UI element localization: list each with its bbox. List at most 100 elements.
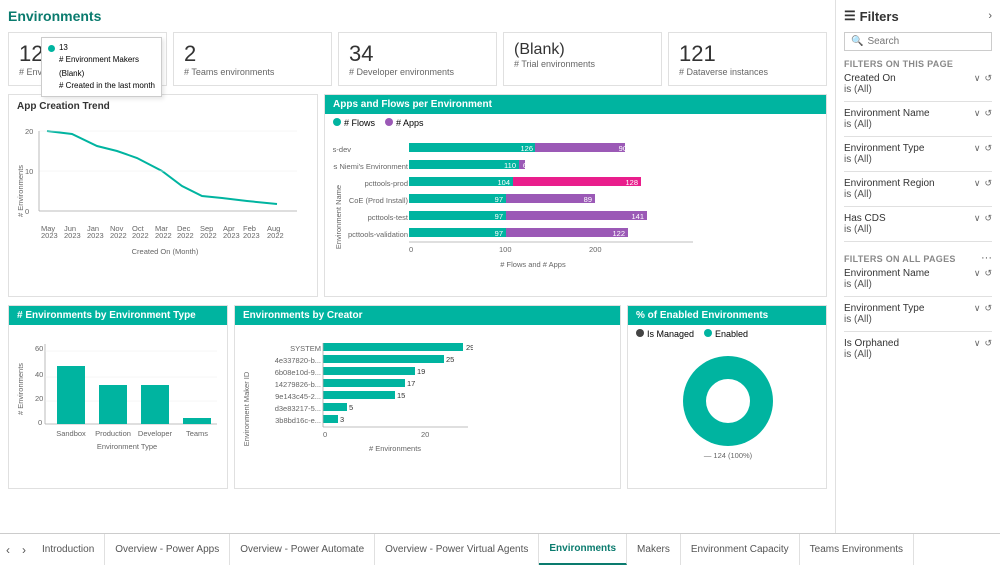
filters-all-more[interactable]: ··· bbox=[981, 252, 992, 264]
env-type-chart-title: # Environments by Environment Type bbox=[9, 306, 227, 325]
svg-text:2023: 2023 bbox=[64, 231, 81, 240]
svg-text:Created On (Month): Created On (Month) bbox=[132, 247, 199, 256]
tab-environments[interactable]: Environments bbox=[539, 534, 627, 565]
filter-env-type-chevron[interactable]: ∨ bbox=[974, 143, 981, 154]
filter-all-env-type-reset[interactable]: ↺ bbox=[984, 303, 992, 314]
tooltip-count: 13 bbox=[59, 42, 68, 54]
filter-env-region-chevron[interactable]: ∨ bbox=[974, 178, 981, 189]
pct-chart-svg: — 124 (100%) bbox=[636, 343, 821, 463]
stat-label-teams: # Teams environments bbox=[184, 67, 321, 77]
filter-is-orphaned-chevron[interactable]: ∨ bbox=[974, 338, 981, 349]
tab-makers[interactable]: Makers bbox=[627, 534, 681, 565]
svg-text:2023: 2023 bbox=[243, 231, 260, 240]
svg-text:29: 29 bbox=[466, 343, 473, 352]
env-type-chart-card: # Environments by Environment Type 60 40… bbox=[8, 305, 228, 489]
svg-text:10: 10 bbox=[25, 167, 33, 176]
managed-dot bbox=[636, 329, 644, 337]
svg-text:CoE (Prod Install): CoE (Prod Install) bbox=[349, 196, 409, 205]
filter-created-on-chevron[interactable]: ∨ bbox=[974, 73, 981, 84]
filter-is-orphaned-reset[interactable]: ↺ bbox=[984, 338, 992, 349]
filter-all-env-name-chevron[interactable]: ∨ bbox=[974, 268, 981, 279]
filter-has-cds-chevron[interactable]: ∨ bbox=[974, 213, 981, 224]
svg-text:Environment Type: Environment Type bbox=[97, 442, 157, 451]
filter-has-cds-value: is (All) bbox=[844, 224, 992, 235]
stat-teams: 2 # Teams environments bbox=[173, 32, 332, 86]
search-box[interactable]: 🔍 bbox=[844, 32, 992, 51]
tab-introduction[interactable]: Introduction bbox=[32, 534, 105, 565]
svg-text:0: 0 bbox=[409, 245, 413, 254]
filter-env-name: Environment Name ∨ ↺ is (All) bbox=[844, 108, 992, 130]
filter-env-name-value: is (All) bbox=[844, 119, 992, 130]
filter-is-orphaned: Is Orphaned ∨ ↺ is (All) bbox=[844, 338, 992, 360]
filter-all-env-name-header: Environment Name ∨ ↺ bbox=[844, 268, 992, 279]
filter-has-cds: Has CDS ∨ ↺ is (All) bbox=[844, 213, 992, 235]
flows-chart-svg: Environment Name coe-core-components-dev… bbox=[333, 132, 773, 287]
filters-collapse-icon[interactable]: › bbox=[988, 10, 992, 22]
filter-has-cds-reset[interactable]: ↺ bbox=[984, 213, 992, 224]
stat-developer: 34 # Developer environments bbox=[338, 32, 497, 86]
svg-text:97: 97 bbox=[495, 195, 503, 204]
filter-is-orphaned-header: Is Orphaned ∨ ↺ bbox=[844, 338, 992, 349]
tab-env-capacity[interactable]: Environment Capacity bbox=[681, 534, 800, 565]
search-input[interactable] bbox=[867, 36, 985, 47]
filter-is-orphaned-label: Is Orphaned bbox=[844, 338, 899, 349]
filter-created-on-header: Created On ∨ ↺ bbox=[844, 73, 992, 84]
filter-all-env-name-reset[interactable]: ↺ bbox=[984, 268, 992, 279]
filter-env-region-label: Environment Region bbox=[844, 178, 935, 189]
tooltip-line2: (Blank) bbox=[59, 68, 84, 80]
svg-text:19: 19 bbox=[417, 367, 425, 376]
filter-env-name-header: Environment Name ∨ ↺ bbox=[844, 108, 992, 119]
filter-created-on-value: is (All) bbox=[844, 84, 992, 95]
filter-env-type: Environment Type ∨ ↺ is (All) bbox=[844, 143, 992, 165]
filters-panel: ☰ Filters › 🔍 Filters on this page Creat… bbox=[835, 0, 1000, 533]
tab-prev-arrow[interactable]: ‹ bbox=[0, 534, 16, 565]
tab-next-arrow[interactable]: › bbox=[16, 534, 32, 565]
filter-env-type-reset[interactable]: ↺ bbox=[984, 143, 992, 154]
filter-all-env-type-chevron[interactable]: ∨ bbox=[974, 303, 981, 314]
env-creator-chart-svg: Environment Maker ID SYSTEM 29 4e337820-… bbox=[243, 329, 473, 479]
tab-overview-pva[interactable]: Overview - Power Virtual Agents bbox=[375, 534, 539, 565]
svg-text:4e337820-b...: 4e337820-b... bbox=[275, 356, 321, 365]
svg-text:Hannes Niemi's Environment: Hannes Niemi's Environment bbox=[333, 162, 409, 171]
tab-overview-power-automate[interactable]: Overview - Power Automate bbox=[230, 534, 375, 565]
filter-all-env-type-label: Environment Type bbox=[844, 303, 924, 314]
filter-env-name-controls: ∨ ↺ bbox=[974, 108, 992, 119]
tooltip-line3: # Created in the last month bbox=[59, 80, 155, 92]
svg-text:110: 110 bbox=[504, 161, 516, 170]
svg-text:0: 0 bbox=[323, 430, 327, 439]
svg-text:100: 100 bbox=[499, 245, 512, 254]
svg-text:Environment Name: Environment Name bbox=[334, 185, 343, 249]
enabled-dot bbox=[704, 329, 712, 337]
filter-all-env-name-label: Environment Name bbox=[844, 268, 930, 279]
svg-text:128: 128 bbox=[625, 178, 638, 187]
filter-is-orphaned-controls: ∨ ↺ bbox=[974, 338, 992, 349]
trend-chart-svg: 20 10 0 # Environments May 2023 Jun 2023… bbox=[17, 116, 313, 261]
svg-text:3b8bd16c-e...: 3b8bd16c-e... bbox=[275, 416, 321, 425]
filter-all-env-type: Environment Type ∨ ↺ is (All) bbox=[844, 303, 992, 325]
filter-env-type-label: Environment Type bbox=[844, 143, 924, 154]
filter-has-cds-header: Has CDS ∨ ↺ bbox=[844, 213, 992, 224]
tooltip-box: 13 # Environment Makers (Blank) # Create… bbox=[41, 37, 162, 97]
filter-env-name-reset[interactable]: ↺ bbox=[984, 108, 992, 119]
svg-text:97: 97 bbox=[495, 212, 503, 221]
tab-teams-environments[interactable]: Teams Environments bbox=[800, 534, 914, 565]
svg-text:Developer: Developer bbox=[138, 429, 173, 438]
svg-text:20: 20 bbox=[35, 394, 43, 403]
flows-legend-apps: # Apps bbox=[385, 118, 424, 128]
tab-overview-power-apps[interactable]: Overview - Power Apps bbox=[105, 534, 230, 565]
filter-env-region-value: is (All) bbox=[844, 189, 992, 200]
svg-text:122: 122 bbox=[612, 229, 625, 238]
env-creator-chart-title: Environments by Creator bbox=[235, 306, 620, 325]
filter-env-region-reset[interactable]: ↺ bbox=[984, 178, 992, 189]
env-type-chart-svg: 60 40 20 0 bbox=[17, 329, 225, 479]
filter-created-on-reset[interactable]: ↺ bbox=[984, 73, 992, 84]
filter-env-name-chevron[interactable]: ∨ bbox=[974, 108, 981, 119]
svg-text:Environment Maker ID: Environment Maker ID bbox=[243, 371, 251, 446]
env-pct-chart-card: % of Enabled Environments Is Managed Ena… bbox=[627, 305, 827, 489]
svg-text:2022: 2022 bbox=[155, 231, 172, 240]
filters-title-text: Filters bbox=[860, 9, 899, 24]
pct-legend-managed: Is Managed bbox=[636, 329, 694, 339]
svg-text:6b08e10d-9...: 6b08e10d-9... bbox=[275, 368, 321, 377]
tooltip-line1: # Environment Makers bbox=[59, 54, 139, 66]
svg-text:89: 89 bbox=[584, 195, 592, 204]
